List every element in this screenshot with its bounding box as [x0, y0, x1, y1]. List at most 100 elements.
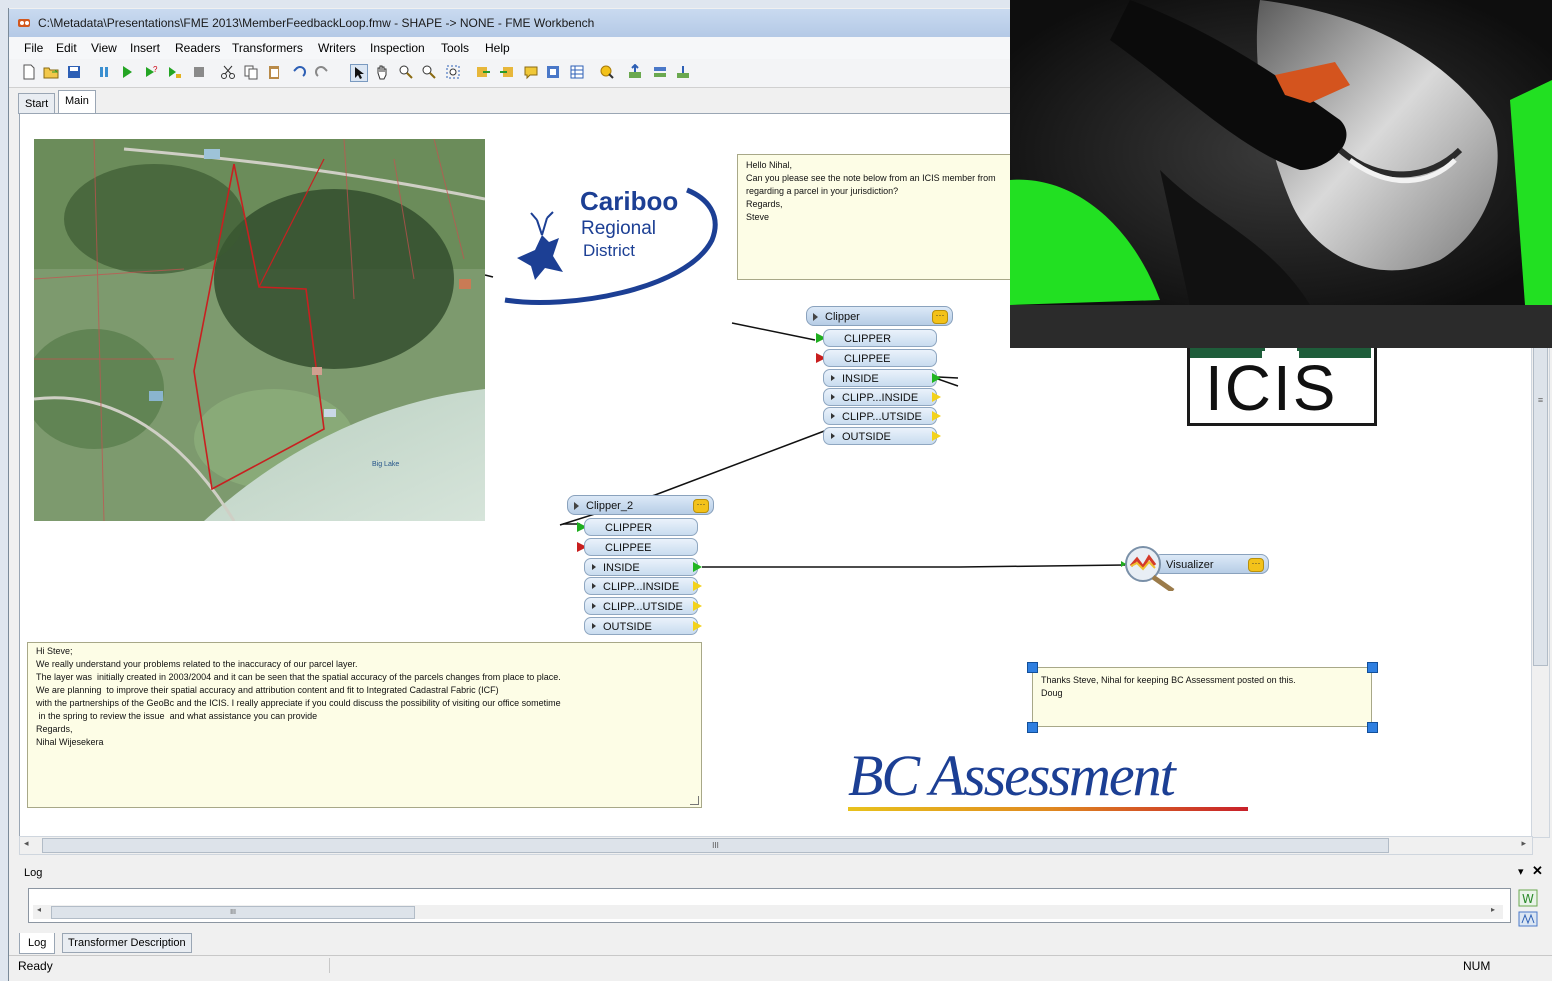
deploy-icon[interactable]: [675, 64, 691, 80]
close-icon[interactable]: ✕: [1532, 863, 1543, 879]
tab-main[interactable]: Main: [58, 90, 96, 115]
menu-insert[interactable]: Insert: [130, 41, 160, 55]
scroll-left-arrow-icon[interactable]: ◂: [24, 838, 29, 849]
add-writer-icon[interactable]: [499, 64, 515, 80]
port-label: CLIPP...INSIDE: [842, 392, 919, 404]
zoom-extents-icon[interactable]: [445, 64, 461, 80]
menu-inspection[interactable]: Inspection: [370, 41, 425, 55]
cut-icon[interactable]: [220, 64, 236, 80]
output-port-arrow-icon[interactable]: [932, 431, 941, 441]
expand-triangle-icon[interactable]: [574, 502, 579, 510]
tab-transformer-description[interactable]: Transformer Description: [62, 933, 192, 953]
output-port-arrow-icon[interactable]: [693, 562, 702, 572]
run-prompt-icon[interactable]: ?: [143, 64, 159, 80]
num-lock-indicator: NUM: [1463, 959, 1491, 973]
menu-transformers[interactable]: Transformers: [232, 41, 303, 55]
port-clippee-in[interactable]: CLIPPEE: [823, 349, 937, 367]
zoom-out-icon[interactable]: [421, 64, 437, 80]
pause-icon[interactable]: [96, 64, 112, 80]
selection-handle[interactable]: [1027, 722, 1038, 733]
output-port-arrow-icon[interactable]: [932, 392, 941, 402]
output-port-arrow-icon[interactable]: [932, 411, 941, 421]
log-output-area[interactable]: ◂ III ▸: [28, 888, 1511, 923]
server-icon[interactable]: [652, 64, 668, 80]
feature-table-icon[interactable]: [569, 64, 585, 80]
clipper-header[interactable]: Clipper ···: [806, 306, 953, 326]
port-clipped-outside-out[interactable]: CLIPP...UTSIDE: [823, 407, 937, 425]
add-reader-icon[interactable]: [475, 64, 491, 80]
horizontal-scroll-thumb[interactable]: III: [42, 838, 1389, 853]
filter-icon[interactable]: [1518, 911, 1538, 927]
transformer-menu-icon[interactable]: ···: [932, 310, 948, 324]
log-scroll-thumb[interactable]: III: [51, 906, 415, 919]
port-label: CLIPP...INSIDE: [603, 581, 680, 593]
output-port-arrow-icon[interactable]: [693, 601, 702, 611]
port-label: CLIPPER: [605, 522, 653, 534]
panel-menu-icon[interactable]: ▾: [1518, 865, 1524, 878]
port-inside-out[interactable]: INSIDE: [584, 558, 698, 576]
port-clipper-in[interactable]: CLIPPER: [823, 329, 937, 347]
connection-to-visualizer: [702, 564, 1126, 568]
transformer-menu-icon[interactable]: ···: [1248, 558, 1264, 572]
scroll-left-arrow-icon[interactable]: ◂: [37, 905, 41, 914]
undo-icon[interactable]: [291, 64, 307, 80]
annotation-hi-steve[interactable]: Hi Steve; We really understand your prob…: [27, 642, 702, 808]
word-wrap-icon[interactable]: W: [1518, 889, 1538, 907]
new-file-icon[interactable]: [21, 64, 37, 80]
scroll-right-arrow-icon[interactable]: ▸: [1521, 838, 1526, 849]
pan-hand-icon[interactable]: [374, 64, 390, 80]
output-port-arrow-icon[interactable]: [693, 621, 702, 631]
stop-icon[interactable]: [191, 64, 207, 80]
port-inside-out[interactable]: INSIDE: [823, 369, 937, 387]
clipper2-header[interactable]: Clipper_2 ···: [567, 495, 714, 515]
annotation-hello-nihal[interactable]: Hello Nihal, Can you please see the note…: [737, 154, 1027, 280]
output-port-arrow-icon[interactable]: [693, 581, 702, 591]
menu-tools[interactable]: Tools: [441, 41, 469, 55]
menu-view[interactable]: View: [91, 41, 117, 55]
port-clippee-in[interactable]: CLIPPEE: [584, 538, 698, 556]
menu-file[interactable]: File: [24, 41, 43, 55]
port-outside-out[interactable]: OUTSIDE: [584, 617, 698, 635]
copy-icon[interactable]: [243, 64, 259, 80]
save-icon[interactable]: [66, 64, 82, 80]
menu-help[interactable]: Help: [485, 41, 510, 55]
resize-grip-icon[interactable]: [690, 796, 699, 805]
annotation-thanks-steve[interactable]: Thanks Steve, Nihal for keeping BC Asses…: [1032, 667, 1372, 727]
transformer-menu-icon[interactable]: ···: [693, 499, 709, 513]
note-line: Hello Nihal,: [746, 160, 793, 170]
paste-icon[interactable]: [266, 64, 282, 80]
menu-edit[interactable]: Edit: [56, 41, 77, 55]
run-icon[interactable]: [119, 64, 135, 80]
menu-readers[interactable]: Readers: [175, 41, 220, 55]
redo-icon[interactable]: [314, 64, 330, 80]
port-clipped-outside-out[interactable]: CLIPP...UTSIDE: [584, 597, 698, 615]
expand-triangle-icon[interactable]: [813, 313, 818, 321]
open-file-icon[interactable]: [43, 64, 59, 80]
step-icon[interactable]: [166, 64, 182, 80]
port-label: INSIDE: [603, 562, 640, 574]
output-port-arrow-icon[interactable]: [932, 373, 941, 383]
status-bar: Ready NUM: [9, 955, 1552, 976]
zoom-in-icon[interactable]: [398, 64, 414, 80]
port-clipper-in[interactable]: CLIPPER: [584, 518, 698, 536]
tab-start[interactable]: Start: [18, 93, 56, 114]
add-bookmark-icon[interactable]: [545, 64, 561, 80]
menu-writers[interactable]: Writers: [318, 41, 356, 55]
window-title: C:\Metadata\Presentations\FME 2013\Membe…: [38, 16, 595, 30]
tab-log[interactable]: Log: [19, 933, 56, 954]
port-clipped-inside-out[interactable]: CLIPP...INSIDE: [823, 388, 937, 406]
selection-handle[interactable]: [1027, 662, 1038, 673]
selection-handle[interactable]: [1367, 722, 1378, 733]
transformer-gallery-icon[interactable]: [599, 64, 615, 80]
port-label: CLIPP...UTSIDE: [842, 411, 922, 423]
port-clipped-inside-out[interactable]: CLIPP...INSIDE: [584, 577, 698, 595]
webcam-video-overlay: [1010, 0, 1552, 348]
selection-handle[interactable]: [1367, 662, 1378, 673]
canvas-horizontal-scrollbar[interactable]: ◂ III ▸: [19, 836, 1533, 855]
publish-icon[interactable]: [627, 64, 643, 80]
select-pointer-icon[interactable]: [350, 64, 368, 82]
scroll-right-arrow-icon[interactable]: ▸: [1491, 905, 1495, 914]
note-line: Thanks Steve, Nihal for keeping BC Asses…: [1041, 675, 1296, 685]
add-annotation-icon[interactable]: [523, 64, 539, 80]
port-outside-out[interactable]: OUTSIDE: [823, 427, 937, 445]
